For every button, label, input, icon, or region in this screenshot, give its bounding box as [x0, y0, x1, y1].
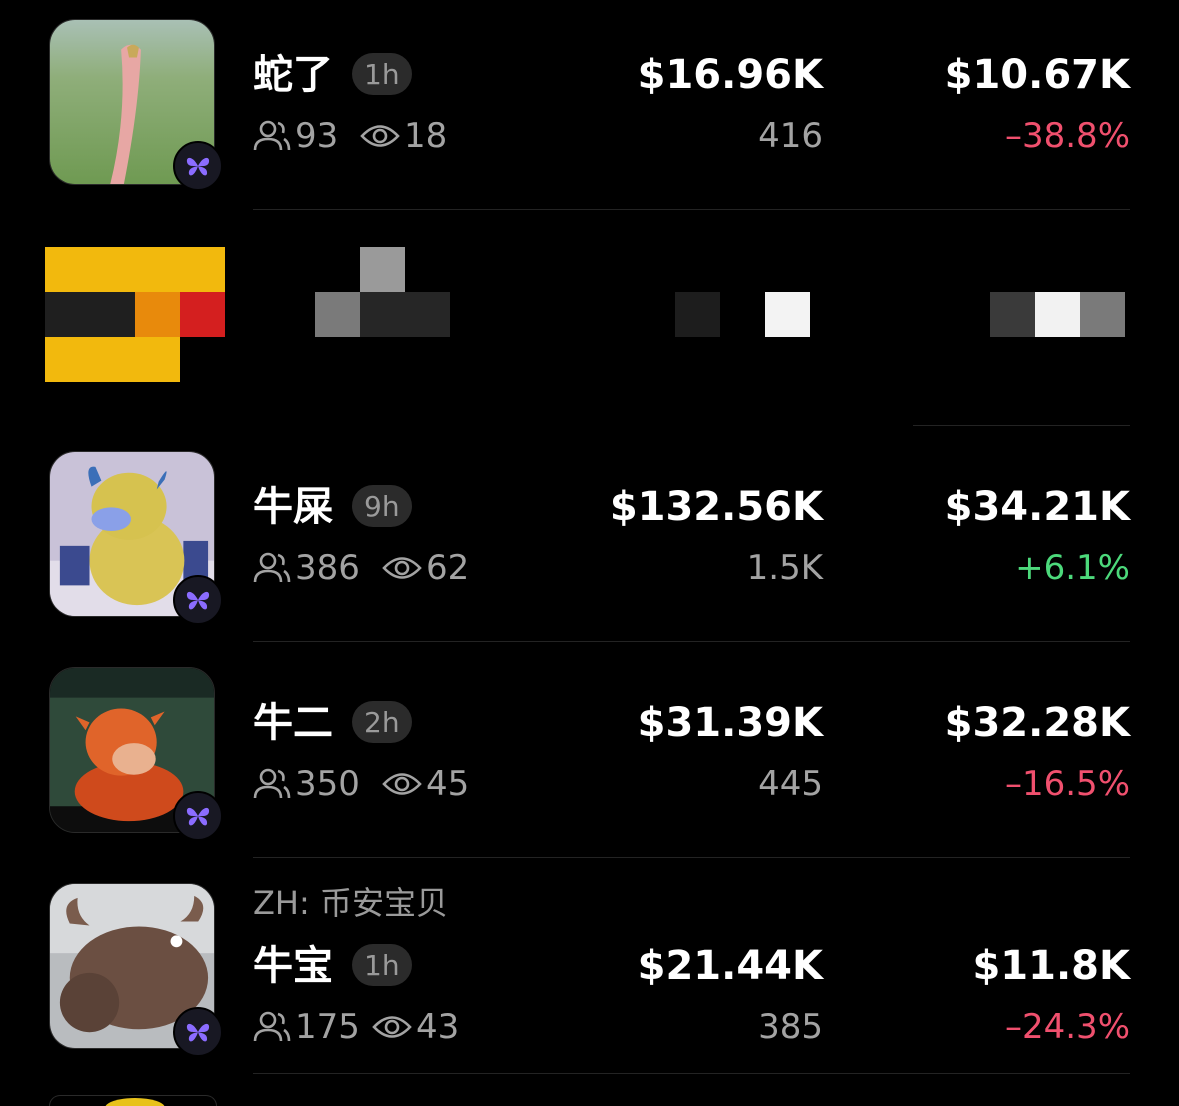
volume: 1.5K — [746, 548, 823, 588]
price: $34.21K — [944, 484, 1130, 530]
views-stat: 18 — [360, 119, 447, 153]
market-cap: $132.56K — [609, 484, 823, 530]
holders-count: 386 — [295, 548, 360, 588]
users-icon — [253, 768, 291, 799]
token-subtitle: ZH: 币安宝贝 — [253, 884, 448, 922]
age-badge: 1h — [352, 53, 412, 95]
butterfly-badge — [173, 575, 223, 625]
eye-icon — [382, 557, 422, 579]
pixelated-thumbnail — [45, 247, 225, 382]
views-stat: 43 — [372, 1010, 459, 1044]
holders-stat: 386 — [253, 551, 360, 585]
token-row[interactable]: 蛇了 1h 93 18 $16.96K 416 $10.67K –38.8% — [0, 0, 1179, 209]
butterfly-badge — [173, 1007, 223, 1057]
views-count: 43 — [416, 1007, 460, 1047]
price-change: –38.8% — [1004, 116, 1130, 156]
holders-stat: 175 — [253, 1010, 360, 1044]
market-cap: $31.39K — [637, 700, 823, 746]
price-change: +6.1% — [1015, 548, 1130, 588]
pixel-block — [360, 292, 450, 337]
price: $32.28K — [944, 700, 1130, 746]
eye-icon — [372, 1016, 412, 1038]
market-cap: $16.96K — [637, 52, 823, 98]
holders-count: 350 — [295, 764, 360, 804]
eye-icon — [382, 773, 422, 795]
pixel-block — [1035, 292, 1080, 337]
holders-count: 175 — [295, 1007, 360, 1047]
price-change: –24.3% — [1004, 1007, 1130, 1047]
token-row[interactable]: ZH: 币安宝贝 牛宝 1h 175 43 $21.44K 385 $11.8K… — [0, 858, 1179, 1073]
volume: 416 — [758, 116, 823, 156]
market-cap: $21.44K — [637, 943, 823, 989]
pixel-block — [1080, 292, 1125, 337]
row-divider — [253, 1073, 1130, 1074]
butterfly-badge — [173, 791, 223, 841]
views-count: 45 — [426, 764, 470, 804]
pixel-block — [360, 247, 405, 292]
token-name: 牛屎 — [253, 484, 333, 530]
views-count: 18 — [404, 116, 448, 156]
holders-stat: 350 — [253, 767, 360, 801]
price-change: –16.5% — [1004, 764, 1130, 804]
token-name: 蛇了 — [253, 52, 333, 98]
butterfly-badge — [173, 141, 223, 191]
age-badge: 9h — [352, 485, 412, 527]
views-count: 62 — [426, 548, 470, 588]
butterfly-icon — [186, 157, 210, 176]
token-name: 牛二 — [253, 700, 333, 746]
pixel-block — [990, 292, 1035, 337]
butterfly-icon — [186, 807, 210, 826]
users-icon — [253, 120, 291, 151]
volume: 445 — [758, 764, 823, 804]
age-badge: 2h — [352, 701, 412, 743]
holders-count: 93 — [295, 116, 339, 156]
age-badge: 1h — [352, 944, 412, 986]
price: $10.67K — [944, 52, 1130, 98]
butterfly-icon — [186, 591, 210, 610]
token-name: 牛宝 — [253, 943, 333, 989]
volume: 385 — [758, 1007, 823, 1047]
eye-icon — [360, 125, 400, 147]
next-row-thumbnail-peek — [49, 1095, 217, 1106]
butterfly-icon — [186, 1023, 210, 1042]
censored-row[interactable] — [0, 210, 1179, 425]
pixel-block — [765, 292, 810, 337]
price: $11.8K — [972, 943, 1130, 989]
token-row[interactable]: 牛屎 9h 386 62 $132.56K 1.5K $34.21K +6.1% — [0, 426, 1179, 641]
token-row[interactable]: 牛二 2h 350 45 $31.39K 445 $32.28K –16.5% — [0, 642, 1179, 857]
views-stat: 45 — [382, 767, 469, 801]
users-icon — [253, 1011, 291, 1042]
users-icon — [253, 552, 291, 583]
views-stat: 62 — [382, 551, 469, 585]
pixel-block — [675, 292, 720, 337]
pixel-block — [315, 292, 360, 337]
holders-stat: 93 — [253, 119, 338, 153]
